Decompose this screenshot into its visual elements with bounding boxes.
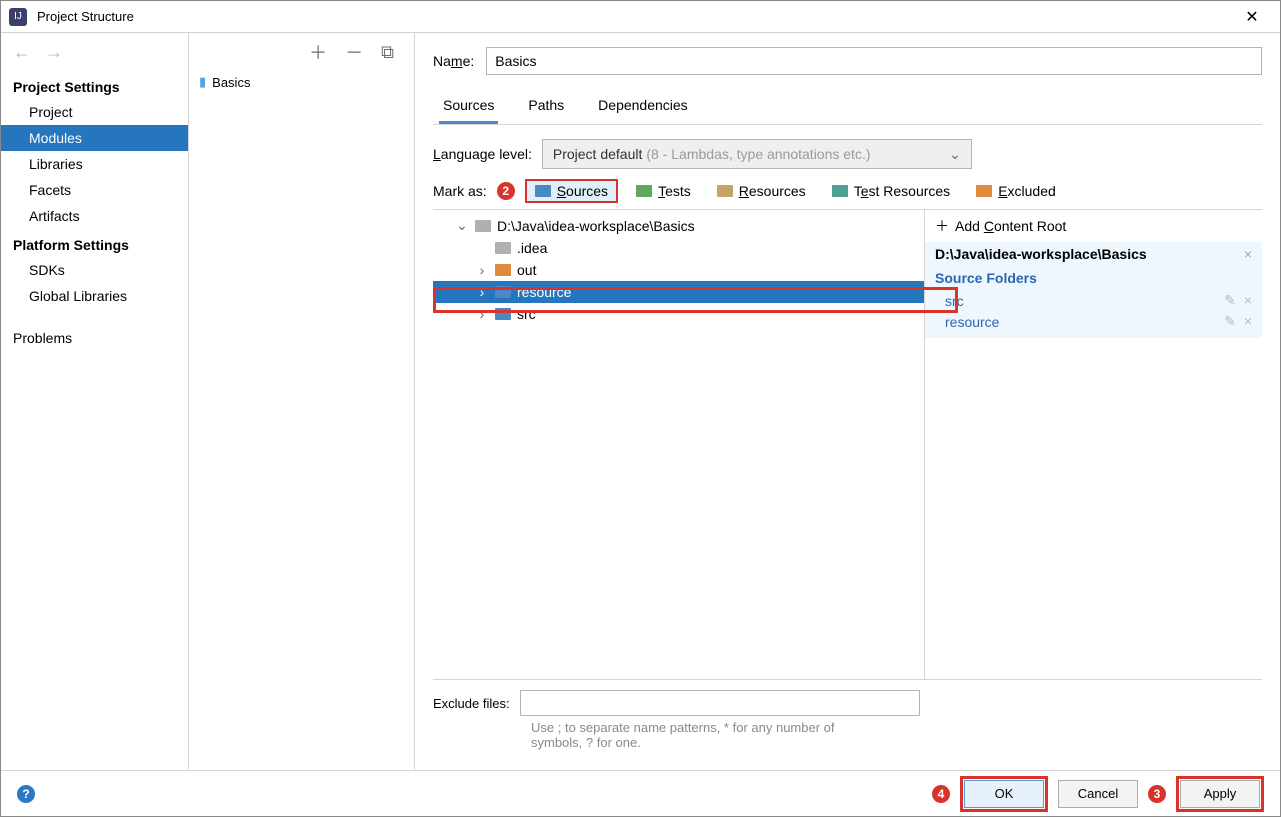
add-icon[interactable]: ＋ <box>309 39 327 65</box>
tab-paths[interactable]: Paths <box>524 91 568 124</box>
annotation-2: 2 <box>497 182 515 200</box>
section-platform-settings: Platform Settings <box>1 229 188 257</box>
help-icon[interactable]: ? <box>17 785 35 803</box>
mark-as-row: Mark as: 2 Sources Tests Resources Test … <box>433 179 1262 203</box>
mark-test-resources-button[interactable]: Test Resources <box>824 181 959 201</box>
title-bar: IJ Project Structure ✕ <box>1 1 1280 33</box>
language-level-label: Language level: <box>433 146 532 162</box>
folder-icon <box>495 242 511 254</box>
folder-icon <box>495 264 511 276</box>
nav-sdks[interactable]: SDKs <box>1 257 188 283</box>
language-level-hint: (8 - Lambdas, type annotations etc.) <box>646 146 870 162</box>
nav-global-libraries[interactable]: Global Libraries <box>1 283 188 309</box>
module-icon: ▮ <box>199 74 206 90</box>
mark-resources-button[interactable]: Resources <box>709 181 814 201</box>
nav-facets[interactable]: Facets <box>1 177 188 203</box>
folder-icon <box>535 185 551 197</box>
app-icon: IJ <box>9 8 27 26</box>
module-editor: Name: Sources Paths Dependencies Languag… <box>415 33 1280 770</box>
back-icon[interactable]: ← <box>13 42 31 63</box>
tree-item-out[interactable]: › out <box>433 259 924 281</box>
tree-item-idea[interactable]: .idea <box>433 237 924 259</box>
module-tabs: Sources Paths Dependencies <box>433 91 1262 125</box>
tree-item-resource[interactable]: › resource <box>433 281 924 303</box>
language-level-value: Project default <box>553 146 643 162</box>
content-root-path[interactable]: D:\Java\idea-worksplace\Basics × <box>925 242 1262 266</box>
folder-icon <box>717 185 733 197</box>
copy-icon[interactable]: ⧉ <box>381 42 394 63</box>
folder-icon <box>495 308 511 320</box>
folder-icon <box>495 286 511 298</box>
nav-problems[interactable]: Problems <box>1 325 188 351</box>
apply-button[interactable]: Apply <box>1180 780 1260 808</box>
tree-label: out <box>517 262 536 278</box>
remove-icon[interactable]: × <box>1244 313 1252 330</box>
cancel-button[interactable]: Cancel <box>1058 780 1138 808</box>
mark-tests-button[interactable]: Tests <box>628 181 699 201</box>
expand-icon[interactable]: › <box>475 306 489 322</box>
source-folders-header: Source Folders <box>925 266 1262 290</box>
folder-icon <box>976 185 992 197</box>
module-list-panel: ＋ － ⧉ ▮ Basics <box>189 33 415 770</box>
tree-label: D:\Java\idea-worksplace\Basics <box>497 218 695 234</box>
name-label: Name: <box>433 53 474 69</box>
mark-sources-button[interactable]: Sources <box>525 179 618 203</box>
tab-sources[interactable]: Sources <box>439 91 498 124</box>
forward-icon[interactable]: → <box>45 42 63 63</box>
tree-label: src <box>517 306 536 322</box>
chevron-down-icon: ⌄ <box>949 146 961 163</box>
language-level-select[interactable]: Project default (8 - Lambdas, type annot… <box>542 139 972 169</box>
section-project-settings: Project Settings <box>1 71 188 99</box>
content-root-panel: ＋ Add Content Root D:\Java\idea-workspla… <box>924 209 1262 679</box>
tree-item-src[interactable]: › src <box>433 303 924 325</box>
exclude-label: Exclude files: <box>433 696 510 711</box>
mark-as-label: Mark as: <box>433 183 487 199</box>
remove-icon[interactable]: × <box>1244 292 1252 309</box>
nav-libraries[interactable]: Libraries <box>1 151 188 177</box>
nav-project[interactable]: Project <box>1 99 188 125</box>
mark-excluded-button[interactable]: Excluded <box>968 181 1064 201</box>
ok-button[interactable]: OK <box>964 780 1044 808</box>
module-label: Basics <box>212 75 250 90</box>
source-folder-item[interactable]: resource ✎× <box>925 311 1262 332</box>
close-icon[interactable]: ✕ <box>1232 7 1272 27</box>
tree-label: resource <box>517 284 571 300</box>
annotation-4: 4 <box>932 785 950 803</box>
sidebar: ← → Project Settings Project Modules Lib… <box>1 33 189 770</box>
annotation-3: 3 <box>1148 785 1166 803</box>
source-folder-item[interactable]: src ✎× <box>925 290 1262 311</box>
exclude-hint: Use ; to separate name patterns, * for a… <box>433 716 873 760</box>
folder-icon <box>832 185 848 197</box>
expand-icon[interactable]: › <box>475 262 489 278</box>
dialog-footer: ? 4 OK Cancel 3 Apply <box>1 770 1280 816</box>
remove-content-root-icon[interactable]: × <box>1244 246 1252 262</box>
add-content-root[interactable]: ＋ Add Content Root <box>925 210 1262 242</box>
tree-root[interactable]: ⌄ D:\Java\idea-worksplace\Basics <box>433 214 924 237</box>
tree-label: .idea <box>517 240 547 256</box>
exclude-input[interactable] <box>520 690 920 716</box>
tab-dependencies[interactable]: Dependencies <box>594 91 692 124</box>
collapse-icon[interactable]: ⌄ <box>455 217 469 234</box>
edit-icon[interactable]: ✎ <box>1224 292 1236 309</box>
expand-icon[interactable]: › <box>475 284 489 300</box>
nav-artifacts[interactable]: Artifacts <box>1 203 188 229</box>
edit-icon[interactable]: ✎ <box>1224 313 1236 330</box>
folder-icon <box>636 185 652 197</box>
window-title: Project Structure <box>37 9 1232 24</box>
module-item[interactable]: ▮ Basics <box>189 71 414 93</box>
folder-icon <box>475 220 491 232</box>
remove-icon[interactable]: － <box>345 39 363 65</box>
nav-history: ← → <box>1 33 188 71</box>
exclude-section: Exclude files: Use ; to separate name pa… <box>433 679 1262 770</box>
source-tree: ⌄ D:\Java\idea-worksplace\Basics .idea ›… <box>433 209 924 679</box>
name-input[interactable] <box>486 47 1262 75</box>
nav-modules[interactable]: Modules <box>1 125 188 151</box>
plus-icon: ＋ <box>935 216 949 236</box>
